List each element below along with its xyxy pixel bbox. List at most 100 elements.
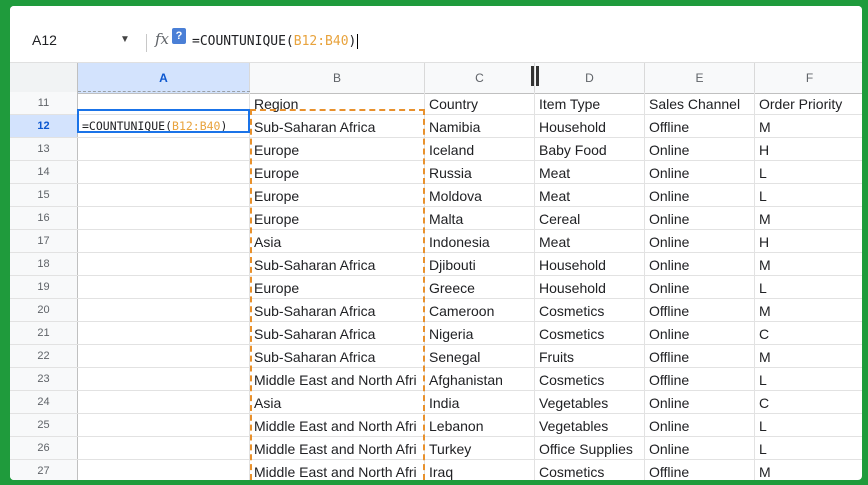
chevron-down-icon[interactable]: ▼ [120,34,130,45]
row-header[interactable]: 12 [10,115,78,137]
cell-c27[interactable]: Iraq [425,460,535,480]
cell-d26[interactable]: Office Supplies [535,437,645,459]
cell-a27[interactable] [78,460,250,480]
cell-c14[interactable]: Russia [425,161,535,183]
cell-b13[interactable]: Europe [250,138,425,160]
cell-d21[interactable]: Cosmetics [535,322,645,344]
cell-f12[interactable]: M [755,115,862,137]
cell-e20[interactable]: Offline [645,299,755,321]
row-header[interactable]: 14 [10,161,78,183]
cell-e14[interactable]: Online [645,161,755,183]
cell-d24[interactable]: Vegetables [535,391,645,413]
cell-c12[interactable]: Namibia [425,115,535,137]
cell-f19[interactable]: L [755,276,862,298]
row-header[interactable]: 19 [10,276,78,298]
row-header[interactable]: 18 [10,253,78,275]
row-header[interactable]: 23 [10,368,78,390]
cell-c20[interactable]: Cameroon [425,299,535,321]
row-header[interactable]: 20 [10,299,78,321]
row-header[interactable]: 11 [10,92,78,114]
cell-d19[interactable]: Household [535,276,645,298]
cell-c13[interactable]: Iceland [425,138,535,160]
column-header-c[interactable]: C [425,63,535,93]
row-header[interactable]: 16 [10,207,78,229]
cell-f14[interactable]: L [755,161,862,183]
cell-b26[interactable]: Middle East and North Afri [250,437,425,459]
cell-a17[interactable] [78,230,250,252]
cell-e24[interactable]: Online [645,391,755,413]
cell-d11[interactable]: Item Type [535,92,645,114]
cell-a20[interactable] [78,299,250,321]
cell-e25[interactable]: Online [645,414,755,436]
cell-d12[interactable]: Household [535,115,645,137]
cell-f22[interactable]: M [755,345,862,367]
cell-e13[interactable]: Online [645,138,755,160]
cell-a26[interactable] [78,437,250,459]
cell-e18[interactable]: Online [645,253,755,275]
cell-e21[interactable]: Online [645,322,755,344]
cell-f25[interactable]: L [755,414,862,436]
cell-b14[interactable]: Europe [250,161,425,183]
name-box[interactable]: A12 [32,32,57,48]
cell-b25[interactable]: Middle East and North Afri [250,414,425,436]
cell-a16[interactable] [78,207,250,229]
cell-a11[interactable] [78,92,250,114]
cell-f18[interactable]: M [755,253,862,275]
row-header[interactable]: 26 [10,437,78,459]
cell-c11[interactable]: Country [425,92,535,114]
cell-d13[interactable]: Baby Food [535,138,645,160]
row-header[interactable]: 17 [10,230,78,252]
cell-d16[interactable]: Cereal [535,207,645,229]
cell-a13[interactable] [78,138,250,160]
cell-c16[interactable]: Malta [425,207,535,229]
cell-d14[interactable]: Meat [535,161,645,183]
cell-c21[interactable]: Nigeria [425,322,535,344]
cell-c18[interactable]: Djibouti [425,253,535,275]
row-header[interactable]: 24 [10,391,78,413]
cell-e27[interactable]: Offline [645,460,755,480]
freeze-handle[interactable] [531,66,539,86]
cell-b17[interactable]: Asia [250,230,425,252]
cell-a14[interactable] [78,161,250,183]
cell-a23[interactable] [78,368,250,390]
cell-f26[interactable]: L [755,437,862,459]
row-header[interactable]: 15 [10,184,78,206]
cell-b11[interactable]: Region [250,92,425,114]
cell-f17[interactable]: H [755,230,862,252]
cell-f27[interactable]: M [755,460,862,480]
column-header-f[interactable]: F [755,63,862,93]
row-header[interactable]: 25 [10,414,78,436]
cell-a21[interactable] [78,322,250,344]
cell-c22[interactable]: Senegal [425,345,535,367]
cell-d25[interactable]: Vegetables [535,414,645,436]
cell-b21[interactable]: Sub-Saharan Africa [250,322,425,344]
cell-e23[interactable]: Offline [645,368,755,390]
cell-a22[interactable] [78,345,250,367]
cell-f23[interactable]: L [755,368,862,390]
row-header[interactable]: 27 [10,460,78,480]
cell-e22[interactable]: Offline [645,345,755,367]
cell-d17[interactable]: Meat [535,230,645,252]
cell-d23[interactable]: Cosmetics [535,368,645,390]
cell-b23[interactable]: Middle East and North Afri [250,368,425,390]
cell-a12[interactable]: =COUNTUNIQUE(B12:B40) [78,115,250,137]
cell-c17[interactable]: Indonesia [425,230,535,252]
row-header[interactable]: 13 [10,138,78,160]
cell-a24[interactable] [78,391,250,413]
cell-e11[interactable]: Sales Channel [645,92,755,114]
cell-b22[interactable]: Sub-Saharan Africa [250,345,425,367]
cell-f13[interactable]: H [755,138,862,160]
cell-d15[interactable]: Meat [535,184,645,206]
cell-b18[interactable]: Sub-Saharan Africa [250,253,425,275]
cell-f11[interactable]: Order Priority [755,92,862,114]
cell-d18[interactable]: Household [535,253,645,275]
cell-a19[interactable] [78,276,250,298]
cell-f21[interactable]: C [755,322,862,344]
help-icon[interactable]: ? [172,28,186,44]
cell-c19[interactable]: Greece [425,276,535,298]
cell-b27[interactable]: Middle East and North Afri [250,460,425,480]
cell-d27[interactable]: Cosmetics [535,460,645,480]
cell-f15[interactable]: L [755,184,862,206]
cell-d20[interactable]: Cosmetics [535,299,645,321]
cell-e15[interactable]: Online [645,184,755,206]
